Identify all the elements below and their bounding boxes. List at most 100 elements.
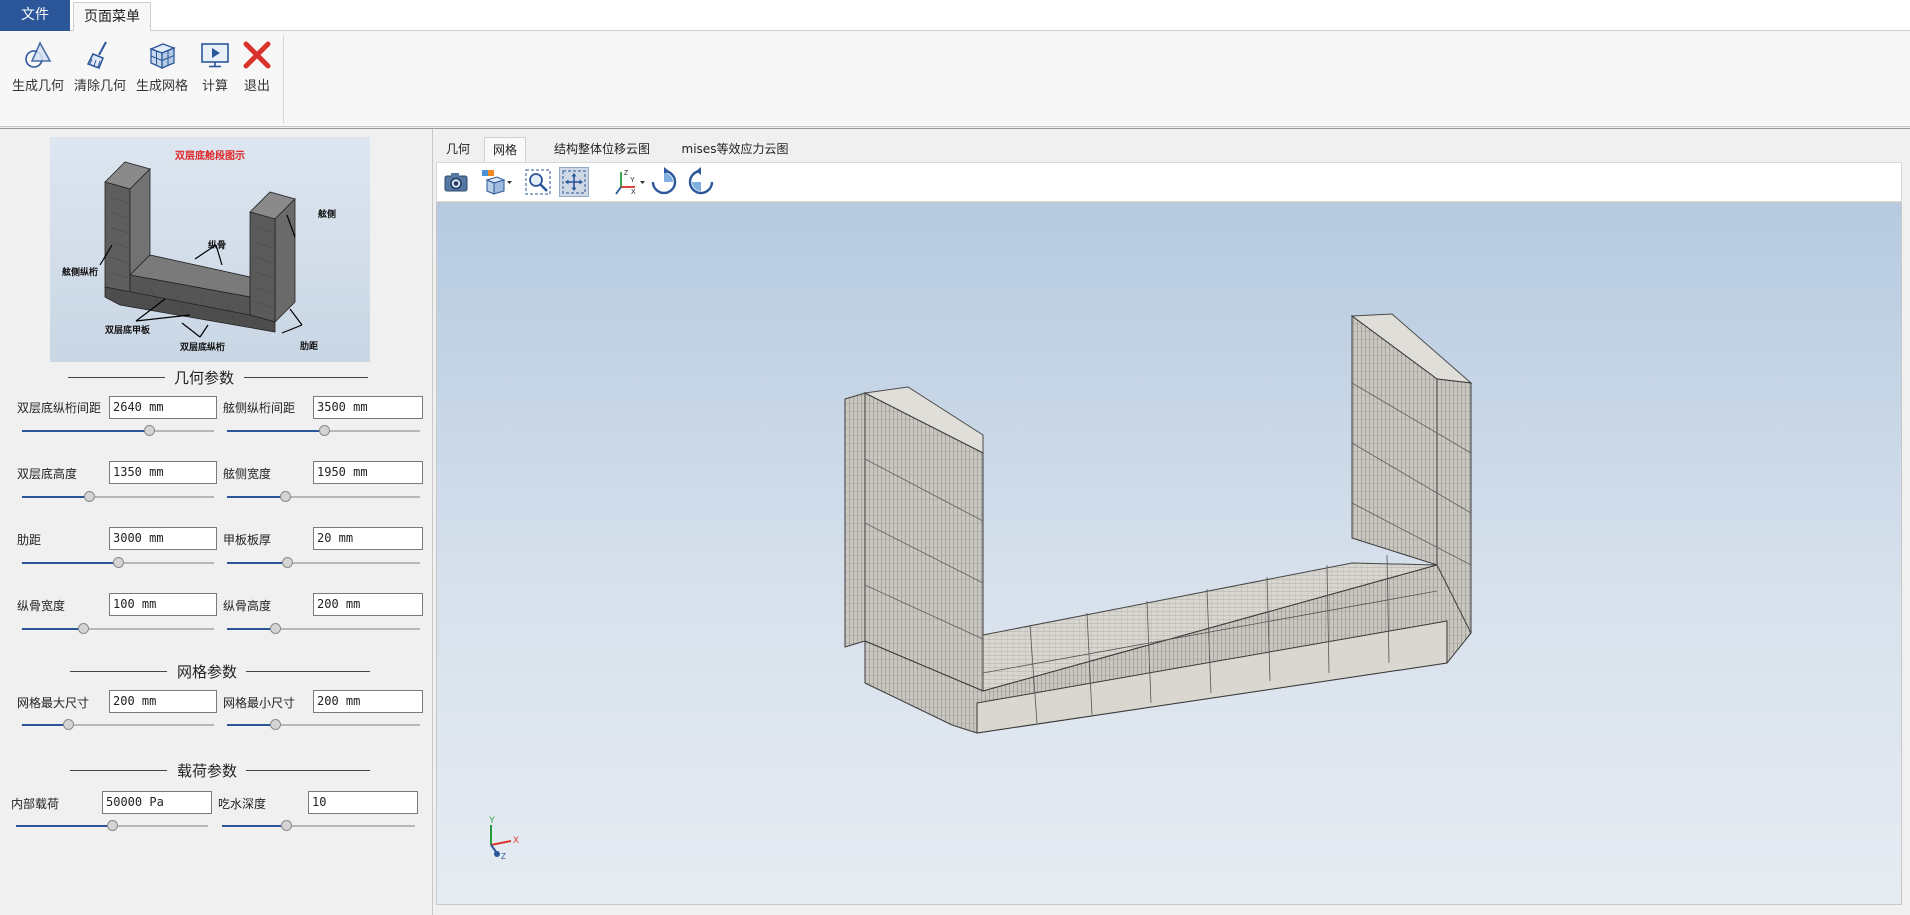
rotate-counterclockwise-button[interactable] <box>686 167 716 197</box>
mesh-max-size-field[interactable]: 200 mm <box>109 690 217 713</box>
exit-button[interactable]: 退出 <box>239 37 275 107</box>
ribbon-divider <box>283 35 284 123</box>
app-window: 文件 页面菜单 生成几何 清除几何 生成网格 计算 退出 双层底舱段图示 舷侧 … <box>0 0 1910 915</box>
panel-splitter[interactable] <box>432 129 433 915</box>
view-orientation-dropdown[interactable] <box>479 167 513 197</box>
camera-icon <box>444 173 468 192</box>
slider-thumb[interactable] <box>143 425 155 436</box>
ribbon-panel: 生成几何 清除几何 生成网格 计算 退出 <box>0 31 1910 127</box>
axes-dropdown-icon: Z Y X <box>615 170 645 196</box>
double-bottom-diagram: 双层底舱段图示 舷侧 纵骨 舷侧纵桁 双层底甲板 双层底纵桁 肋距 <box>62 149 336 352</box>
mesh-min-size-field[interactable]: 200 mm <box>313 690 423 713</box>
slider-thumb[interactable] <box>113 557 124 568</box>
side-width-field[interactable]: 1950 mm <box>313 461 423 484</box>
mesh-min-size-slider[interactable] <box>227 719 420 731</box>
geometry-section-title: 几何参数 <box>174 369 235 387</box>
draft-depth-slider[interactable] <box>222 820 415 832</box>
longitudinal-height-field[interactable]: 200 mm <box>313 593 423 616</box>
deck-thickness-slider[interactable] <box>227 557 420 569</box>
side-girder-spacing-slider[interactable] <box>227 425 420 437</box>
slider-thumb[interactable] <box>279 491 291 502</box>
generate-geometry-label: 生成几何 <box>11 79 64 94</box>
slider-thumb[interactable] <box>318 425 330 436</box>
preview-label-side: 舷侧 <box>318 208 336 219</box>
mesh-section-header: 网格参数 <box>70 661 370 681</box>
slider-thumb[interactable] <box>84 491 96 502</box>
generate-mesh-button[interactable]: 生成网格 <box>134 37 190 107</box>
tab-displacement-contour[interactable]: 结构整体位移云图 <box>532 137 672 162</box>
broom-icon <box>86 41 107 69</box>
preview-label-longitudinal: 纵骨 <box>208 239 226 250</box>
triad-y-label: Y <box>489 815 495 825</box>
slider-thumb[interactable] <box>107 820 118 831</box>
preview-label-frame-spacing: 肋距 <box>300 340 318 351</box>
mesh-max-size-slider[interactable] <box>22 719 214 731</box>
deck-thickness-field[interactable]: 20 mm <box>313 527 423 550</box>
clear-geometry-button[interactable]: 清除几何 <box>72 37 128 107</box>
longitudinal-height-slider[interactable] <box>227 623 420 635</box>
param-label: 网格最大尺寸 <box>17 696 90 710</box>
compute-label: 计算 <box>201 79 228 94</box>
3d-viewport[interactable]: Y X Z <box>436 202 1902 905</box>
tab-page-menu[interactable]: 页面菜单 <box>73 2 151 32</box>
rotate-cw-icon <box>651 167 677 195</box>
longitudinal-width-field[interactable]: 100 mm <box>109 593 217 616</box>
preview-label-bottom-girder: 双层底纵桁 <box>180 341 225 352</box>
slider-thumb[interactable] <box>270 623 282 634</box>
internal-load-field[interactable]: 50000 Pa <box>102 791 212 814</box>
param-label: 舷侧纵桁间距 <box>223 401 296 415</box>
slider-thumb[interactable] <box>78 623 90 634</box>
tab-geometry[interactable]: 几何 <box>440 137 476 162</box>
slider-thumb[interactable] <box>281 557 293 568</box>
mesh-model: Y X Z <box>489 313 1473 861</box>
slider-thumb[interactable] <box>63 719 75 730</box>
tab-file[interactable]: 文件 <box>0 0 70 31</box>
tab-mises-stress-contour[interactable]: mises等效应力云图 <box>660 137 810 162</box>
rotate-ccw-icon <box>688 167 714 195</box>
side-width-slider[interactable] <box>227 491 420 503</box>
frame-spacing-slider[interactable] <box>22 557 214 569</box>
geometry-icon <box>25 41 52 68</box>
axes-view-dropdown[interactable]: Z Y X <box>613 167 647 197</box>
geometry-section-header: 几何参数 <box>68 367 368 387</box>
close-icon <box>243 41 271 69</box>
ribbon-tab-bar: 文件 页面菜单 <box>0 0 1910 32</box>
side-girder-spacing-field[interactable]: 3500 mm <box>313 396 423 419</box>
double-bottom-height-slider[interactable] <box>22 491 214 503</box>
tab-mesh[interactable]: 网格 <box>484 137 526 162</box>
bottom-girder-spacing-slider[interactable] <box>22 425 214 437</box>
slider-thumb[interactable] <box>270 719 282 730</box>
double-bottom-preview-image: 双层底舱段图示 舷侧 纵骨 舷侧纵桁 双层底甲板 双层底纵桁 肋距 <box>50 137 370 362</box>
bottom-girder-spacing-field[interactable]: 2640 mm <box>109 396 217 419</box>
load-section-header: 载荷参数 <box>70 760 370 780</box>
param-label: 舷侧宽度 <box>223 467 272 481</box>
param-label: 甲板板厚 <box>223 533 272 547</box>
draft-depth-field[interactable]: 10 <box>308 791 418 814</box>
preview-title: 双层底舱段图示 <box>175 149 245 162</box>
pan-icon <box>562 170 586 194</box>
internal-load-slider[interactable] <box>16 820 208 832</box>
svg-text:X: X <box>631 189 636 196</box>
slider-thumb[interactable] <box>280 820 292 831</box>
frame-spacing-field[interactable]: 3000 mm <box>109 527 217 550</box>
compute-button[interactable]: 计算 <box>196 37 234 107</box>
exit-label: 退出 <box>243 79 270 94</box>
param-label: 纵骨宽度 <box>17 599 66 613</box>
viewer-tab-bar: 几何 网格 结构整体位移云图 mises等效应力云图 <box>440 137 1902 162</box>
preview-label-side-girder: 舷侧纵桁 <box>62 266 98 277</box>
param-label: 网格最小尺寸 <box>223 696 296 710</box>
screenshot-button[interactable] <box>441 167 471 197</box>
longitudinal-width-slider[interactable] <box>22 623 214 635</box>
generate-geometry-button[interactable]: 生成几何 <box>10 37 66 107</box>
zoom-window-button[interactable] <box>523 167 553 197</box>
triad-z-label: Z <box>501 852 506 861</box>
generate-mesh-label: 生成网格 <box>135 79 188 94</box>
preview-label-inner-bottom: 双层底甲板 <box>105 324 151 335</box>
clear-geometry-label: 清除几何 <box>73 79 126 94</box>
triad-x-label: X <box>513 835 519 845</box>
param-label: 双层底高度 <box>17 467 78 481</box>
pan-button[interactable] <box>559 167 589 197</box>
double-bottom-height-field[interactable]: 1350 mm <box>109 461 217 484</box>
rotate-clockwise-button[interactable] <box>649 167 679 197</box>
zoom-window-icon <box>525 169 551 195</box>
